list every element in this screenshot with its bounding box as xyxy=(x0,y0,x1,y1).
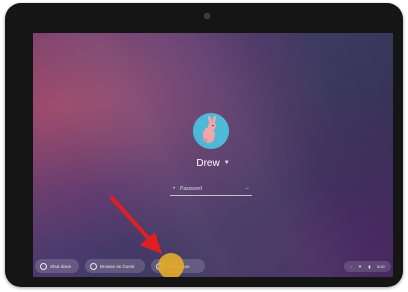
wifi-icon: ▼ xyxy=(358,264,362,269)
password-field-container[interactable]: • → xyxy=(170,182,252,196)
shutdown-button[interactable]: Shut down xyxy=(35,259,79,273)
shutdown-label: Shut down xyxy=(50,263,72,269)
camera-icon xyxy=(204,13,210,19)
power-icon xyxy=(40,262,47,270)
user-name: Drew xyxy=(196,157,220,169)
battery-icon: ▮ xyxy=(368,264,371,269)
password-input[interactable] xyxy=(180,184,240,194)
system-tray[interactable]: ▫ ▼ ▮ 5:00 xyxy=(344,261,391,272)
login-screen: Drew▼ • → Shut down Browse as Guest Add … xyxy=(33,33,393,277)
rabbit-avatar-icon xyxy=(193,113,229,149)
click-highlight xyxy=(158,253,184,277)
browse-as-guest-button[interactable]: Browse as Guest xyxy=(85,259,145,273)
keyboard-icon: ▫ xyxy=(350,264,352,269)
chromebook-device: Drew▼ • → Shut down Browse as Guest Add … xyxy=(5,3,403,287)
chevron-down-icon[interactable]: ▼ xyxy=(224,157,230,169)
submit-arrow-icon[interactable]: → xyxy=(244,184,250,192)
clock: 5:00 xyxy=(376,264,385,269)
browse-as-guest-label: Browse as Guest xyxy=(100,263,135,269)
guest-icon xyxy=(90,262,97,270)
user-name-row[interactable]: Drew ▼ xyxy=(183,157,243,170)
user-avatar[interactable] xyxy=(193,113,229,149)
key-icon: • xyxy=(173,186,176,192)
